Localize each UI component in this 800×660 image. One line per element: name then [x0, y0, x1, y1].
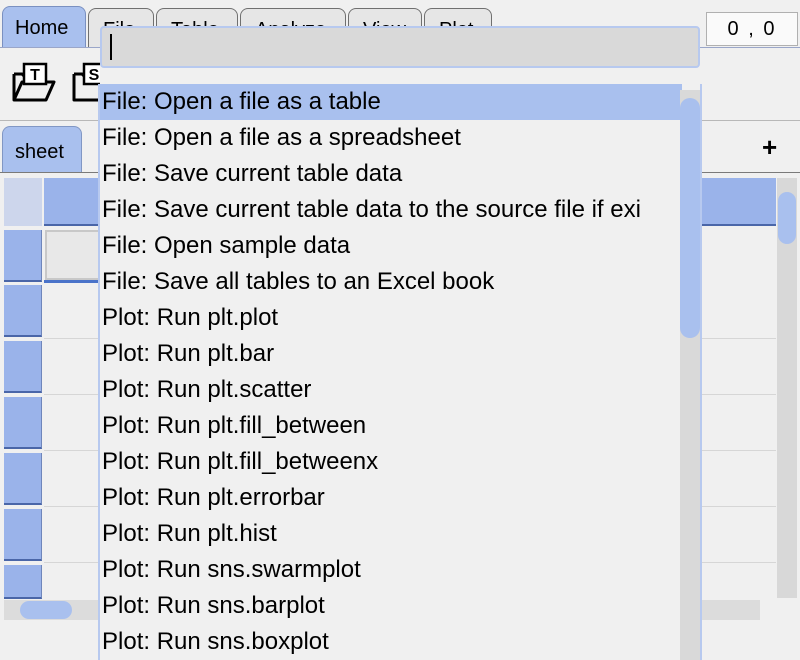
- palette-item[interactable]: Plot: Run plt.plot: [100, 300, 682, 336]
- palette-item[interactable]: Plot: Run plt.fill_betweenx: [100, 444, 682, 480]
- palette-item[interactable]: File: Save current table data: [100, 156, 682, 192]
- palette-item[interactable]: Plot: Run plt.hist: [100, 516, 682, 552]
- open-table-icon[interactable]: T: [8, 60, 56, 108]
- row-header[interactable]: [4, 341, 42, 393]
- row-header[interactable]: [4, 509, 42, 561]
- palette-item[interactable]: Plot: Run sns.barplot: [100, 588, 682, 624]
- palette-item[interactable]: Plot: Run plt.bar: [100, 336, 682, 372]
- row-header[interactable]: [4, 453, 42, 505]
- palette-vertical-scroll-thumb[interactable]: [680, 98, 700, 338]
- sheet-tab[interactable]: sheet: [2, 126, 82, 172]
- table-horizontal-scroll-thumb[interactable]: [20, 601, 72, 619]
- svg-text:T: T: [30, 67, 40, 84]
- palette-item[interactable]: File: Open a file as a table: [100, 84, 682, 120]
- palette-item[interactable]: Plot: Run plt.fill_between: [100, 408, 682, 444]
- palette-item[interactable]: Plot: Run plt.scatter: [100, 372, 682, 408]
- text-cursor: [110, 34, 112, 60]
- selected-cell[interactable]: [45, 230, 105, 280]
- palette-item[interactable]: File: Open sample data: [100, 228, 682, 264]
- selection-indicator: [44, 280, 104, 283]
- command-palette-list: File: Open a file as a table File: Open …: [98, 84, 702, 660]
- table-vertical-scroll-thumb[interactable]: [778, 192, 796, 244]
- row-header[interactable]: [4, 397, 42, 449]
- svg-text:S: S: [89, 67, 100, 84]
- command-palette-input[interactable]: [100, 26, 700, 68]
- row-header[interactable]: [4, 285, 42, 337]
- palette-item[interactable]: Plot: Run sns.boxplot: [100, 624, 682, 660]
- palette-item[interactable]: File: Open a file as a spreadsheet: [100, 120, 682, 156]
- position-display: 0 , 0: [706, 12, 798, 46]
- row-header[interactable]: [4, 230, 42, 282]
- tab-home[interactable]: Home: [2, 6, 86, 48]
- add-sheet-button[interactable]: +: [762, 134, 777, 160]
- palette-item[interactable]: Plot: Run plt.errorbar: [100, 480, 682, 516]
- corner-cell[interactable]: [4, 178, 42, 226]
- palette-item[interactable]: File: Save all tables to an Excel book: [100, 264, 682, 300]
- row-header[interactable]: [4, 565, 42, 599]
- app-window: Home File Table Analyze View Plot 0 , 0 …: [0, 0, 800, 660]
- palette-item[interactable]: File: Save current table data to the sou…: [100, 192, 682, 228]
- palette-item[interactable]: Plot: Run sns.swarmplot: [100, 552, 682, 588]
